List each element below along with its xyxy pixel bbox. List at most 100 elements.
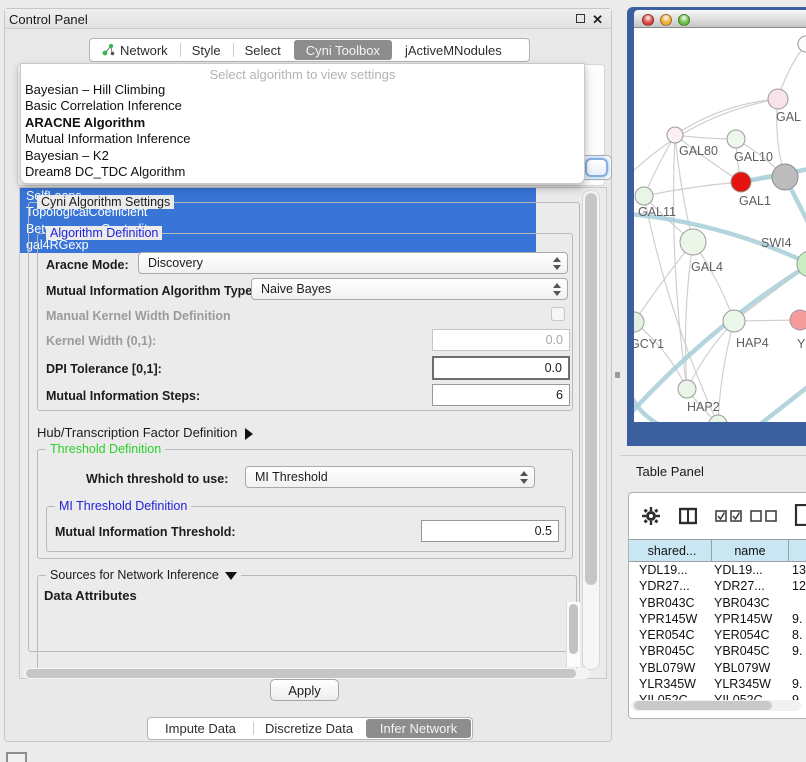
- network-canvas[interactable]: GALGAL80GAL10GAL1GAL11SWI4GAL4GCY1HAP4YH…: [634, 28, 806, 422]
- table-cell: YBL079W: [714, 660, 770, 676]
- close-traffic-light-icon[interactable]: [642, 14, 654, 26]
- table-row[interactable]: YBR043CYBR043C: [629, 595, 806, 611]
- network-edge[interactable]: [634, 322, 687, 389]
- attribute-list-scrollbar[interactable]: [566, 602, 580, 667]
- tab-discretize-data[interactable]: Discretize Data: [253, 718, 365, 739]
- minimized-window-icon[interactable]: [6, 752, 27, 762]
- tab-label: Select: [245, 43, 281, 58]
- table-body: YDL19...YDL19...13YDR27...YDR27...12YBR0…: [629, 562, 806, 700]
- combo-spinner-icon: [552, 256, 561, 271]
- dropdown-item[interactable]: Dream8 DC_TDC Algorithm: [21, 164, 584, 180]
- network-node[interactable]: [772, 164, 798, 190]
- data-attributes-label: Data Attributes: [44, 588, 137, 603]
- close-icon[interactable]: ✕: [592, 12, 603, 28]
- network-edge[interactable]: [634, 394, 662, 422]
- panel-splitter-handle[interactable]: [615, 372, 620, 378]
- network-node-gal80[interactable]: [667, 127, 683, 143]
- which-threshold-label: Which threshold to use:: [86, 472, 228, 486]
- scrollbar-thumb[interactable]: [585, 193, 597, 585]
- group-title: Cyni Algorithm Settings: [37, 195, 174, 209]
- table-row[interactable]: YDL19...YDL19...13: [629, 562, 806, 578]
- scrollbar-thumb[interactable]: [634, 701, 772, 710]
- tab-infer-network[interactable]: Infer Network: [366, 719, 471, 738]
- manual-kernel-checkbox[interactable]: [551, 307, 565, 321]
- settings-horizontal-scrollbar[interactable]: [24, 668, 590, 679]
- unchecked-boxes-icon[interactable]: [750, 510, 778, 522]
- mi-threshold-field[interactable]: 0.5: [421, 520, 559, 542]
- network-edge[interactable]: [644, 182, 741, 196]
- dropdown-item[interactable]: Mutual Information Inference: [21, 131, 584, 147]
- network-edge[interactable]: [758, 382, 806, 422]
- network-node-gal10[interactable]: [727, 130, 745, 148]
- table-panel-title: Table Panel: [636, 464, 704, 479]
- network-node-hap4[interactable]: [723, 310, 745, 332]
- page-icon[interactable]: [794, 504, 806, 526]
- scrollbar-thumb[interactable]: [569, 604, 578, 654]
- table-panel-divider: [620, 455, 806, 456]
- hub-definition-expander[interactable]: Hub/Transcription Factor Definition: [37, 425, 253, 440]
- minimize-traffic-light-icon[interactable]: [660, 14, 672, 26]
- table-row[interactable]: YER054CYER054C8.: [629, 627, 806, 643]
- columns-icon[interactable]: [679, 507, 697, 525]
- which-threshold-select[interactable]: MI Threshold: [245, 466, 535, 488]
- which-threshold-value: MI Threshold: [255, 470, 328, 484]
- tab-network[interactable]: Network: [90, 39, 180, 61]
- dropdown-item[interactable]: Basic Correlation Inference: [21, 98, 584, 114]
- mi-algorithm-type-select[interactable]: Naive Bayes: [251, 278, 568, 300]
- tab-cyni-toolbox[interactable]: Cyni Toolbox: [294, 40, 392, 60]
- dpi-tolerance-field[interactable]: 0.0: [432, 356, 570, 380]
- table-row[interactable]: YLR345WYLR345W9.: [629, 676, 806, 692]
- control-panel-window: Control Panel ✕ NetworkStyleSelectCyni T…: [4, 8, 612, 742]
- table-row[interactable]: YPR145WYPR145W9.: [629, 611, 806, 627]
- table-horizontal-scrollbar[interactable]: [631, 700, 801, 711]
- sources-title[interactable]: Sources for Network Inference: [46, 568, 241, 582]
- network-node-gal4[interactable]: [680, 229, 706, 255]
- dropdown-item[interactable]: Bayesian – K2: [21, 148, 584, 164]
- scrollbar-thumb[interactable]: [26, 669, 576, 678]
- settings-vertical-scrollbar[interactable]: [582, 190, 600, 670]
- combo-spinner-icon[interactable]: [585, 158, 608, 177]
- table-cell: YBR045C: [714, 643, 770, 659]
- mi-steps-field[interactable]: 6: [432, 384, 570, 406]
- tab-jactivemnodules[interactable]: jActiveMNodules: [393, 39, 514, 61]
- tab-select[interactable]: Select: [233, 39, 293, 61]
- dropdown-item[interactable]: Bayesian – Hill Climbing: [21, 82, 584, 98]
- table-cell: YLR345W: [714, 676, 771, 692]
- table-cell: 8.: [792, 627, 802, 643]
- column-header-2[interactable]: A: [789, 540, 806, 561]
- aracne-mode-value: Discovery: [148, 256, 203, 270]
- network-node-hap2[interactable]: [678, 380, 696, 398]
- apply-button[interactable]: Apply: [270, 679, 339, 701]
- network-node[interactable]: [798, 36, 806, 52]
- tab-impute-data[interactable]: Impute Data: [148, 718, 253, 739]
- float-window-icon[interactable]: [576, 14, 585, 23]
- table-cell: YIL052C: [714, 692, 763, 700]
- dropdown-item[interactable]: ARACNE Algorithm: [21, 115, 584, 131]
- checked-boxes-icon[interactable]: [715, 510, 743, 522]
- network-edge[interactable]: [687, 321, 734, 389]
- tab-style[interactable]: Style: [180, 39, 233, 61]
- network-node-gal[interactable]: [768, 89, 788, 109]
- network-node-y[interactable]: [790, 310, 806, 330]
- column-header-0[interactable]: shared...: [633, 540, 712, 561]
- sources-group: Sources for Network Inference Data Attri…: [37, 575, 577, 679]
- tab-label: Style: [192, 43, 221, 58]
- zoom-traffic-light-icon[interactable]: [678, 14, 690, 26]
- network-window-titlebar: [634, 10, 806, 28]
- network-node-gal1[interactable]: [731, 172, 751, 192]
- table-row[interactable]: YBR045CYBR045C9.: [629, 643, 806, 659]
- table-row[interactable]: YBL079WYBL079W: [629, 660, 806, 676]
- table-row[interactable]: YDR27...YDR27...12: [629, 578, 806, 594]
- dpi-tolerance-label: DPI Tolerance [0,1]:: [46, 362, 162, 376]
- column-header-1[interactable]: name: [712, 540, 789, 561]
- tab-label: jActiveMNodules: [405, 43, 502, 58]
- gear-icon[interactable]: [642, 507, 660, 525]
- network-edge[interactable]: [634, 242, 693, 322]
- network-node[interactable]: [709, 415, 727, 422]
- table-cell: YBR043C: [714, 595, 770, 611]
- network-node-gal11[interactable]: [635, 187, 653, 205]
- table-row[interactable]: YIL052CYIL052C9.: [629, 692, 806, 700]
- network-edge[interactable]: [644, 135, 675, 196]
- aracne-mode-select[interactable]: Discovery: [138, 252, 568, 274]
- node-label-gcy1: GCY1: [634, 337, 664, 351]
